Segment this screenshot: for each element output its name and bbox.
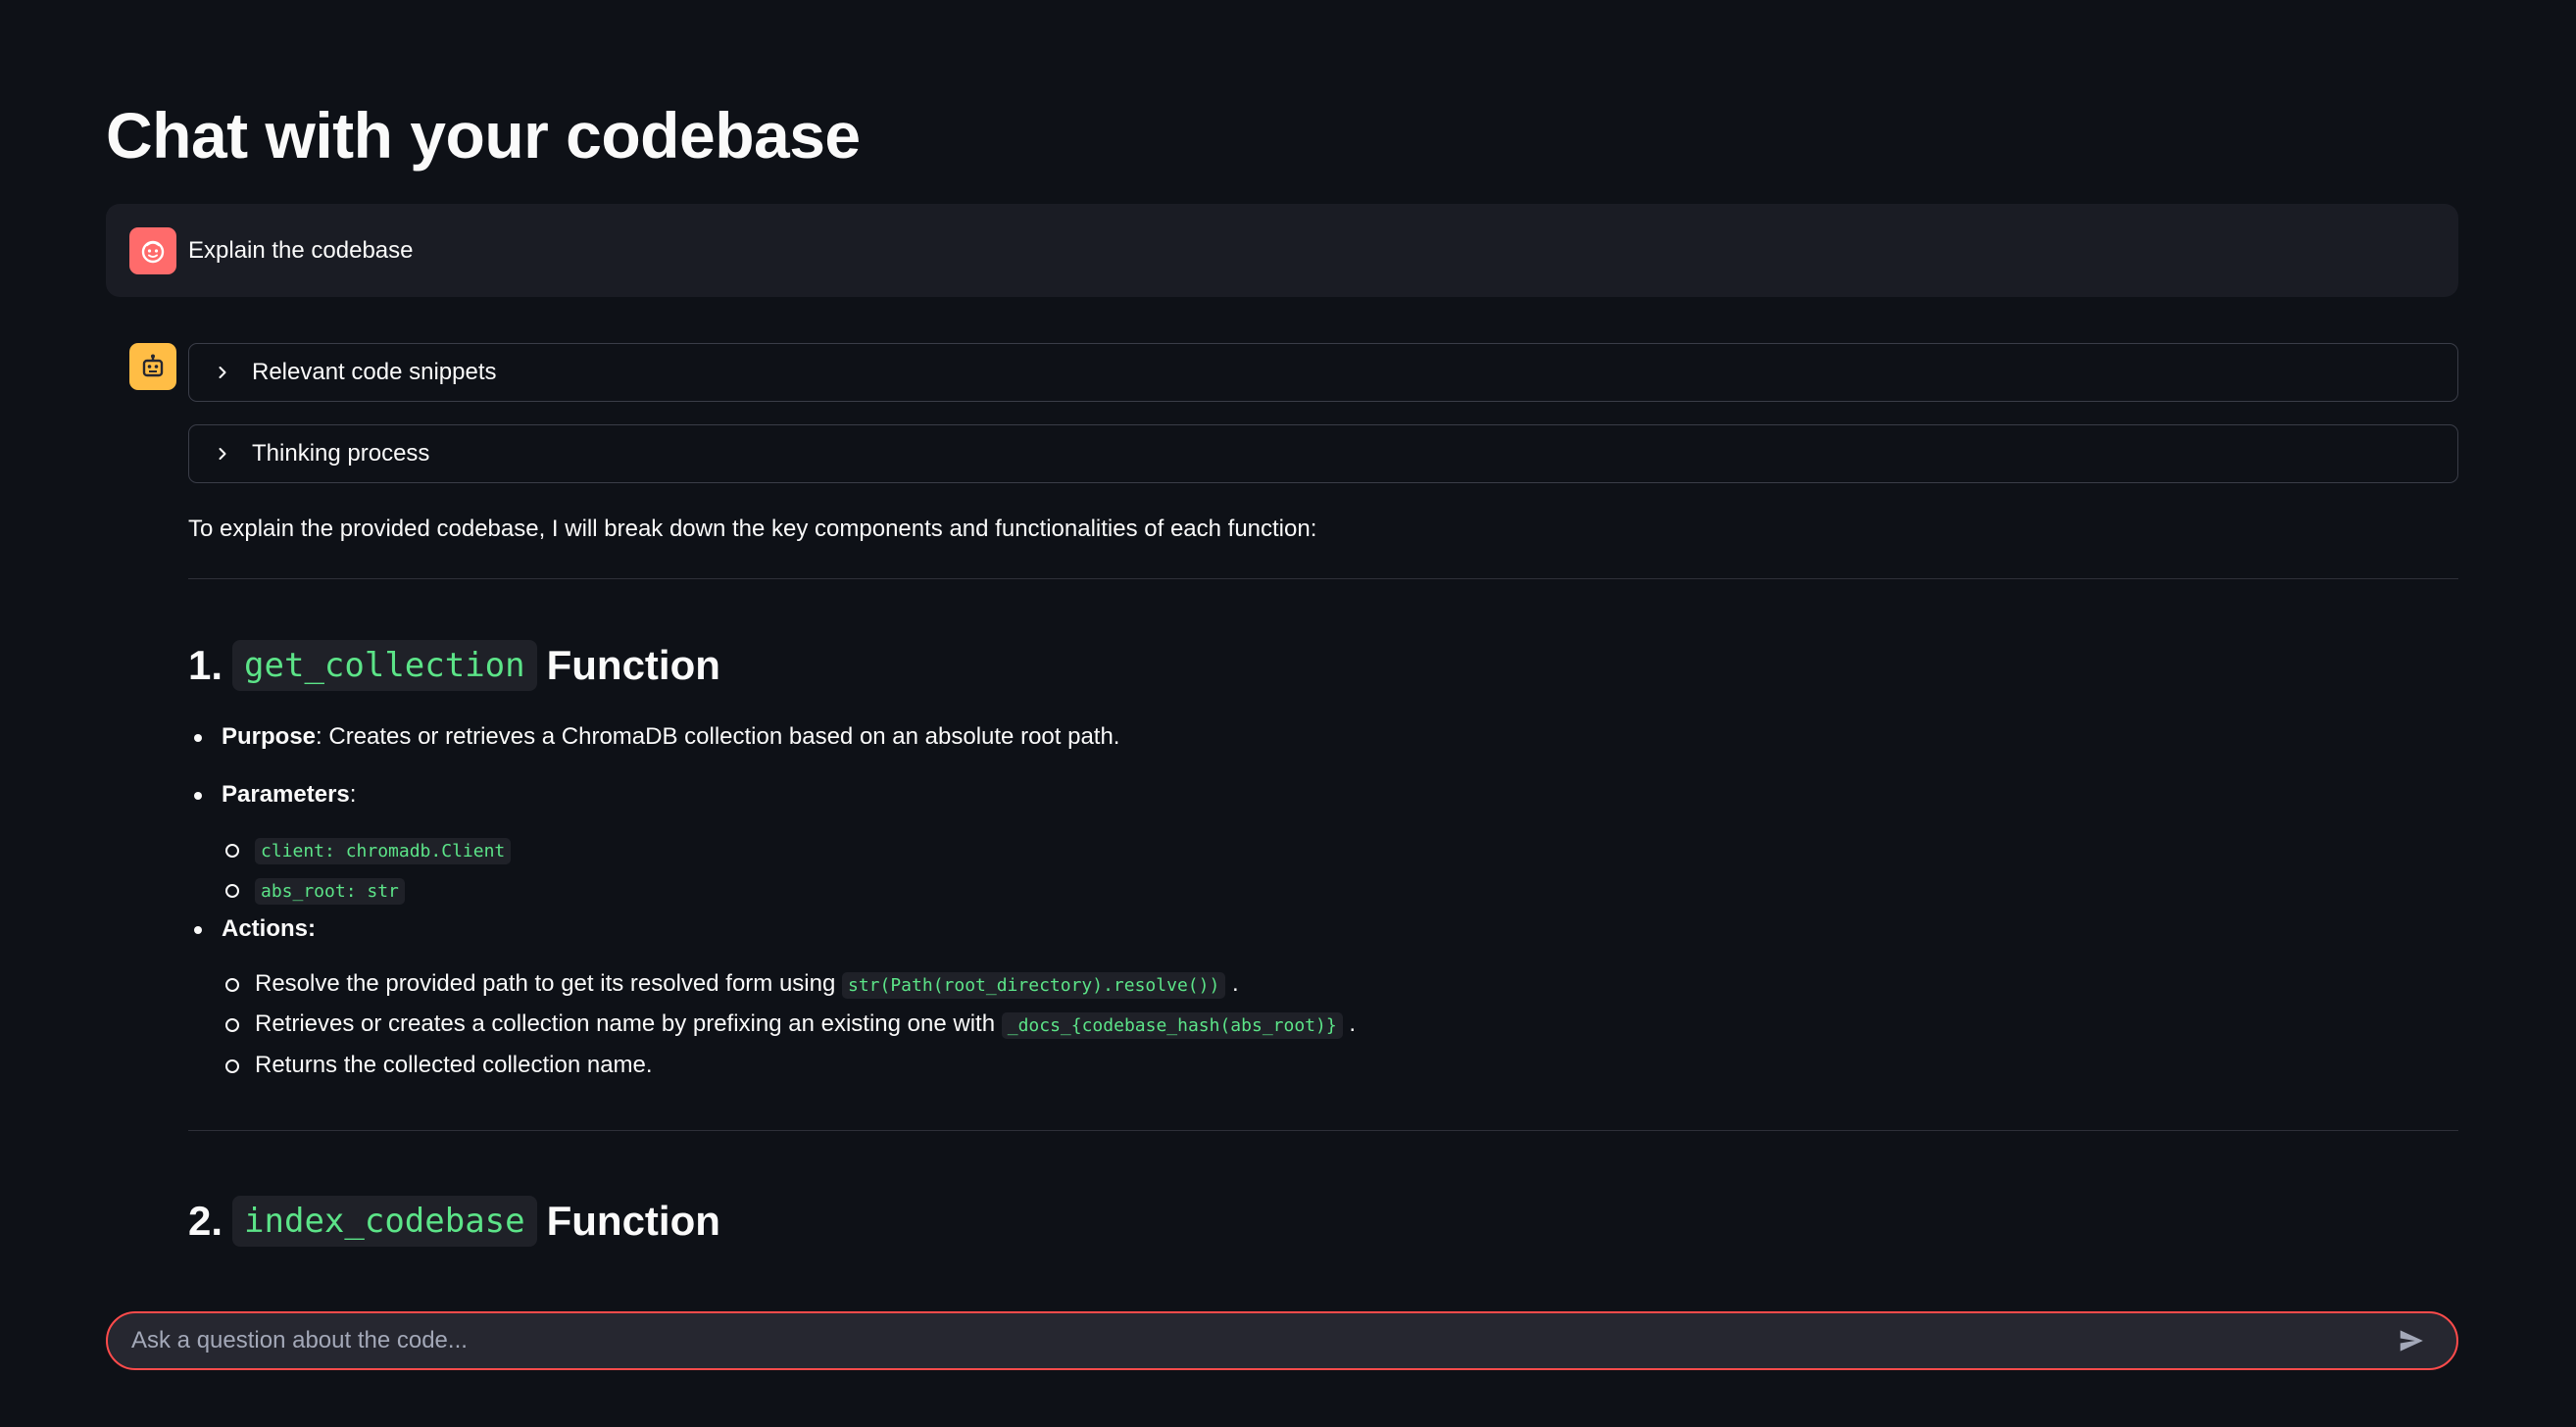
- purpose-item: Purpose: Creates or retrieves a ChromaDB…: [188, 720, 2458, 754]
- inline-code: client: chromadb.Client: [255, 837, 512, 864]
- action-item: Retrieves or creates a collection name b…: [222, 1008, 2458, 1041]
- divider: [188, 1130, 2458, 1132]
- section-heading-get-collection: 1. get_collection Function: [188, 639, 2458, 691]
- purpose-text: : Creates or retrieves a ChromaDB collec…: [316, 722, 1120, 750]
- robot-icon: [142, 354, 164, 377]
- function-name-code: get_collection: [232, 639, 537, 691]
- send-icon: [2400, 1330, 2423, 1352]
- divider: [188, 577, 2458, 579]
- expander-thinking-process[interactable]: Thinking process: [188, 424, 2458, 483]
- parameter-item: abs_root: str: [222, 873, 2458, 907]
- send-button[interactable]: [2394, 1323, 2429, 1358]
- user-face-icon: [141, 240, 165, 263]
- section-suffix: Function: [546, 1198, 720, 1245]
- parameters-colon: :: [349, 781, 357, 809]
- section-heading-index-codebase: 2. index_codebase Function: [188, 1196, 2458, 1248]
- inline-code: _docs_{codebase_hash(abs_root)}: [1001, 1012, 1343, 1040]
- section-number: 1.: [188, 641, 223, 688]
- expander-label: Relevant code snippets: [252, 359, 497, 385]
- action-text: Returns the collected collection name.: [255, 1051, 653, 1078]
- chevron-right-icon: [213, 444, 232, 464]
- actions-item: Actions: Resolve the provided path to ge…: [188, 912, 2458, 1081]
- intro-text: To explain the provided codebase, I will…: [188, 516, 1317, 542]
- parameters-item: Parameters: client: chromadb.Client abs_…: [188, 778, 2458, 907]
- inline-code: abs_root: str: [255, 878, 405, 906]
- expander-relevant-code-snippets[interactable]: Relevant code snippets: [188, 343, 2458, 402]
- chat-input-container: [106, 1311, 2458, 1370]
- section-number: 2.: [188, 1198, 223, 1245]
- action-item: Resolve the provided path to get its res…: [222, 967, 2458, 1001]
- purpose-label: Purpose: [222, 722, 317, 750]
- action-text: Resolve the provided path to get its res…: [255, 969, 836, 997]
- parameters-label: Parameters: [222, 781, 350, 809]
- chat-page: Chat with your codebase Explain the code…: [0, 0, 2576, 1427]
- section-suffix: Function: [546, 641, 720, 688]
- actions-label: Actions:: [222, 914, 316, 942]
- user-avatar: [129, 226, 176, 274]
- user-message-text: Explain the codebase: [188, 236, 414, 264]
- assistant-message: Relevant code snippets Thinking process …: [188, 343, 2458, 1248]
- parameters-list: client: chromadb.Client abs_root: str: [222, 833, 2458, 907]
- action-end: .: [1231, 969, 1239, 997]
- action-text: Retrieves or creates a collection name b…: [255, 1010, 996, 1038]
- parameter-item: client: chromadb.Client: [222, 833, 2458, 866]
- assistant-avatar: [129, 343, 176, 390]
- action-item: Returns the collected collection name.: [222, 1049, 2458, 1082]
- page-title: Chat with your codebase: [106, 99, 861, 172]
- action-end: .: [1349, 1010, 1357, 1038]
- assistant-avatar-wrap: [129, 343, 176, 390]
- user-message: Explain the codebase: [106, 204, 2458, 297]
- inline-code: str(Path(root_directory).resolve()): [842, 971, 1226, 999]
- chat-input[interactable]: [131, 1327, 2394, 1354]
- chevron-right-icon: [213, 363, 232, 382]
- expander-label: Thinking process: [252, 440, 430, 467]
- actions-list: Resolve the provided path to get its res…: [222, 967, 2458, 1082]
- function-name-code: index_codebase: [232, 1196, 537, 1248]
- section-details-list: Purpose: Creates or retrieves a ChromaDB…: [188, 720, 2458, 1082]
